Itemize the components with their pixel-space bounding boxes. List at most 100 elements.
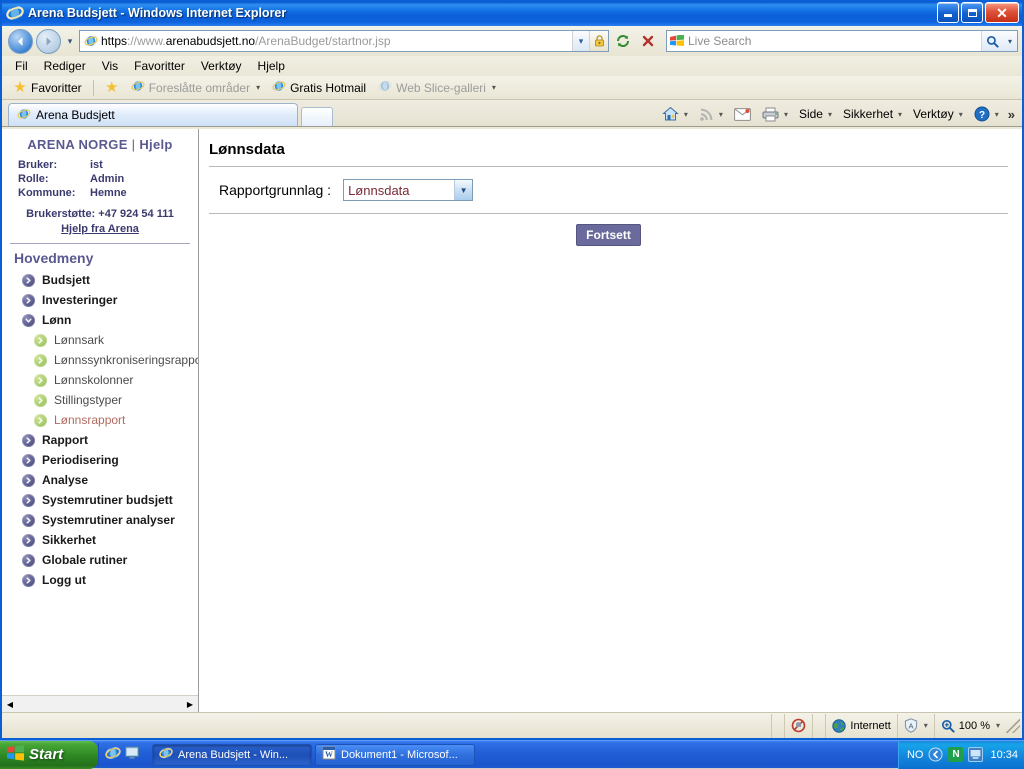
zoom-level-indicator[interactable]: 100 % ▾ bbox=[934, 714, 1006, 738]
sidebar-item-label: Lønn bbox=[42, 313, 71, 327]
menu-verktoy[interactable]: Verktøy bbox=[194, 57, 249, 75]
chevron-down-icon[interactable]: ▾ bbox=[996, 721, 1000, 730]
word-document-icon: W bbox=[322, 746, 336, 763]
municipality-label: Kommune: bbox=[18, 186, 90, 200]
quick-launch-internet-explorer-icon[interactable] bbox=[105, 745, 121, 764]
chevron-right-circle-icon bbox=[22, 494, 35, 507]
start-button[interactable]: Start bbox=[0, 741, 98, 769]
chevron-right-circle-icon bbox=[22, 554, 35, 567]
scroll-right-arrow-icon[interactable]: ▶ bbox=[182, 697, 198, 712]
sidebar-horizontal-scrollbar[interactable]: ◀ ▶ bbox=[2, 695, 198, 712]
fortsett-button[interactable]: Fortsett bbox=[576, 224, 641, 246]
add-to-favorites-bar-button[interactable]: ★ bbox=[100, 79, 124, 97]
language-indicator[interactable]: NO bbox=[907, 749, 924, 761]
sidebar-item-logg-ut[interactable]: Logg ut bbox=[2, 570, 198, 590]
cmd-side[interactable]: Side ▾ bbox=[794, 105, 837, 123]
sidebar-item-lonnsrapport[interactable]: Lønnsrapport bbox=[2, 410, 198, 430]
support-link[interactable]: Hjelp fra Arena bbox=[61, 223, 139, 235]
security-zone-indicator[interactable]: Internett bbox=[825, 714, 896, 738]
sidebar-item-sikkerhet[interactable]: Sikkerhet bbox=[2, 530, 198, 550]
favorites-button[interactable]: ★ Favoritter bbox=[8, 79, 87, 97]
print-button[interactable]: ▾ bbox=[757, 105, 793, 124]
quick-launch-show-desktop-icon[interactable] bbox=[124, 745, 140, 764]
zoom-label: 100 % bbox=[959, 720, 990, 732]
address-dropdown-button[interactable]: ▾ bbox=[572, 31, 589, 51]
chevron-down-icon: ▾ bbox=[898, 110, 902, 119]
search-go-button[interactable] bbox=[981, 31, 1003, 51]
sidebar-item-lonnsark[interactable]: Lønnsark bbox=[2, 330, 198, 350]
scroll-left-arrow-icon[interactable]: ◀ bbox=[2, 697, 18, 712]
favorite-gratis-hotmail[interactable]: Gratis Hotmail bbox=[267, 77, 371, 98]
municipality-value: Hemne bbox=[90, 186, 127, 200]
menu-hjelp[interactable]: Hjelp bbox=[251, 57, 292, 75]
forward-button[interactable] bbox=[36, 29, 61, 54]
sidebar-item-label: Lønnssynkroniseringsrappo bbox=[54, 353, 198, 367]
sidebar-item-lonnskolonner[interactable]: Lønnskolonner bbox=[2, 370, 198, 390]
chevron-down-icon: ▾ bbox=[256, 83, 260, 92]
new-tab-button[interactable] bbox=[301, 107, 333, 126]
clock[interactable]: 10:34 bbox=[988, 749, 1018, 761]
resize-grip[interactable] bbox=[1006, 719, 1020, 733]
star-plus-icon: ★ bbox=[105, 81, 119, 95]
chevron-down-icon[interactable]: ▾ bbox=[924, 721, 928, 730]
report-form-row: Rapportgrunnlag : Lønnsdata ▼ bbox=[209, 167, 1008, 213]
favorite-foreslatte-omrader[interactable]: Foreslåtte områder ▾ bbox=[126, 77, 265, 98]
security-lock-icon[interactable] bbox=[589, 31, 608, 51]
antivirus-glyph: N bbox=[952, 749, 959, 760]
sidebar-item-analyse[interactable]: Analyse bbox=[2, 470, 198, 490]
menu-fil[interactable]: Fil bbox=[8, 57, 35, 75]
sidebar-item-systemrutiner-analyser[interactable]: Systemrutiner analyser bbox=[2, 510, 198, 530]
address-text[interactable]: https://www.arenabudsjett.no/ArenaBudget… bbox=[101, 34, 572, 48]
help-button[interactable]: ? ▾ bbox=[969, 104, 1004, 124]
home-button[interactable]: ▾ bbox=[657, 104, 693, 124]
back-button[interactable] bbox=[8, 29, 33, 54]
toolbar-overflow-button[interactable]: » bbox=[1005, 107, 1018, 122]
protected-mode-indicator[interactable]: A ▾ bbox=[897, 714, 934, 738]
sidebar-item-globale-rutiner[interactable]: Globale rutiner bbox=[2, 550, 198, 570]
sidebar-item-rapport[interactable]: Rapport bbox=[2, 430, 198, 450]
cmd-label: Sikkerhet bbox=[843, 107, 893, 121]
sidebar-item-systemrutiner-budsjett[interactable]: Systemrutiner budsjett bbox=[2, 490, 198, 510]
norman-antivirus-icon[interactable]: N bbox=[948, 747, 963, 762]
recent-pages-dropdown[interactable]: ▾ bbox=[64, 36, 76, 47]
restore-button[interactable] bbox=[961, 2, 983, 23]
user-label: Bruker: bbox=[18, 158, 90, 172]
sidebar-item-budsjett[interactable]: Budsjett bbox=[2, 270, 198, 290]
role-value: Admin bbox=[90, 172, 124, 186]
sidebar-item-lonnssynkroniseringsrapport[interactable]: Lønnssynkroniseringsrappo bbox=[2, 350, 198, 370]
chevron-right-circle-icon bbox=[22, 514, 35, 527]
sidebar-item-periodisering[interactable]: Periodisering bbox=[2, 450, 198, 470]
cmd-sikkerhet[interactable]: Sikkerhet ▾ bbox=[838, 105, 907, 123]
popup-blocked-indicator[interactable] bbox=[784, 714, 812, 738]
sidebar-item-investeringer[interactable]: Investeringer bbox=[2, 290, 198, 310]
rapportgrunnlag-select[interactable]: Lønnsdata bbox=[343, 179, 473, 201]
close-button[interactable]: ✕ bbox=[985, 2, 1019, 23]
taskbar: Start Arena Budsjett - Win... bbox=[0, 740, 1024, 768]
show-hidden-icons-chevron-icon[interactable] bbox=[928, 747, 943, 762]
search-provider-dropdown[interactable]: ▾ bbox=[1003, 31, 1017, 51]
network-icon[interactable] bbox=[968, 747, 983, 762]
cmd-verktoy[interactable]: Verktøy ▾ bbox=[908, 105, 968, 123]
sidebar-help-link[interactable]: Hjelp bbox=[139, 137, 172, 152]
tab-arena-budsjett[interactable]: Arena Budsjett bbox=[8, 103, 298, 126]
menu-favoritter[interactable]: Favoritter bbox=[127, 57, 192, 75]
content-frame: Lønnsdata Rapportgrunnlag : Lønnsdata ▼ … bbox=[199, 129, 1022, 712]
taskbar-window-arena-budsjett[interactable]: Arena Budsjett - Win... bbox=[152, 744, 312, 766]
chevron-down-icon: ▾ bbox=[959, 110, 963, 119]
rapportgrunnlag-label: Rapportgrunnlag : bbox=[219, 182, 331, 198]
sidebar-item-lonn[interactable]: Lønn bbox=[2, 310, 198, 330]
read-mail-button[interactable] bbox=[729, 106, 756, 123]
stop-button[interactable] bbox=[637, 30, 659, 52]
address-bar[interactable]: https://www.arenabudsjett.no/ArenaBudget… bbox=[79, 30, 609, 52]
refresh-button[interactable] bbox=[612, 30, 634, 52]
menu-rediger[interactable]: Rediger bbox=[37, 57, 93, 75]
menu-vis[interactable]: Vis bbox=[95, 57, 125, 75]
taskbar-window-dokument1[interactable]: W Dokument1 - Microsof... bbox=[315, 744, 475, 766]
favorite-web-slice-galleri[interactable]: Web Slice-galleri ▾ bbox=[373, 77, 501, 98]
ie-small-icon bbox=[131, 79, 145, 96]
sidebar-item-stillingstyper[interactable]: Stillingstyper bbox=[2, 390, 198, 410]
search-box[interactable]: Live Search ▾ bbox=[666, 30, 1018, 52]
feeds-button[interactable]: ▾ bbox=[694, 105, 728, 124]
minimize-button[interactable] bbox=[937, 2, 959, 23]
sidebar-item-label: Lønnsark bbox=[54, 333, 104, 347]
